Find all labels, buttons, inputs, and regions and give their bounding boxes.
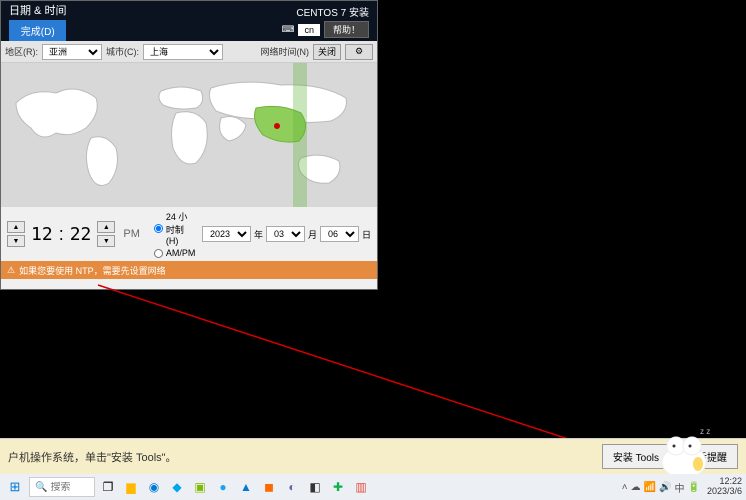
- month-label: 月: [308, 228, 317, 241]
- centos-installer-window: 日期 & 时间 完成(D) CENTOS 7 安装 ⌨ cn 帮助！ 地区(R)…: [0, 0, 378, 290]
- installer-header: 日期 & 时间 完成(D) CENTOS 7 安装 ⌨ cn 帮助！: [1, 1, 377, 41]
- vmware-tools-bar: 户机操作系统，单击"安装 Tools"。 安装 Tools 以后提醒: [0, 438, 746, 474]
- year-select[interactable]: 2023: [202, 226, 251, 242]
- done-button[interactable]: 完成(D): [9, 20, 66, 41]
- region-label: 地区(R):: [5, 45, 38, 58]
- format-ampm-option[interactable]: AM/PM: [154, 248, 196, 258]
- tray-wifi-icon[interactable]: 📶: [644, 482, 656, 493]
- day-label: 日: [362, 228, 371, 241]
- start-button[interactable]: ⊞: [4, 476, 26, 498]
- month-select[interactable]: 03: [266, 226, 305, 242]
- vmware-icon[interactable]: ▥: [351, 477, 371, 497]
- tray-ime-icon[interactable]: 中: [675, 480, 685, 495]
- search-input[interactable]: [50, 482, 94, 493]
- tray-cloud-icon[interactable]: ☁: [631, 482, 641, 493]
- format-24h-option[interactable]: 24 小时制(H): [154, 210, 196, 246]
- install-tools-button[interactable]: 安装 Tools: [602, 444, 670, 469]
- page-title: 日期 & 时间: [9, 2, 66, 18]
- product-name: CENTOS 7 安装: [296, 4, 369, 19]
- timezone-filters: 地区(R): 亚洲 城市(C): 上海 网络时间(N) 关闭 ⚙: [1, 41, 377, 63]
- app-icon-4[interactable]: ▲: [236, 477, 256, 497]
- format-24h-radio[interactable]: [154, 224, 163, 233]
- keyboard-icon: ⌨: [281, 24, 294, 35]
- warning-text: 如果您要使用 NTP，需要先设置网络: [19, 264, 166, 277]
- time-colon: :: [59, 224, 64, 245]
- format-ampm-radio[interactable]: [154, 249, 163, 258]
- tray-volume-icon[interactable]: 🔊: [659, 482, 671, 493]
- keyboard-layout[interactable]: cn: [298, 24, 320, 36]
- city-select[interactable]: 上海: [143, 44, 223, 60]
- tray-chevron-icon[interactable]: ˄: [622, 482, 628, 493]
- hour-value: 12: [31, 224, 53, 245]
- windows-taskbar: ⊞ 🔍 ❐ ▆ ◉ ◆ ▣ ● ▲ ◼ ◐ ◧ ✚ ▥ ˄ ☁ 📶 🔊 中 🔋 …: [0, 474, 746, 500]
- edge-icon[interactable]: ◉: [144, 477, 164, 497]
- remind-later-button[interactable]: 以后提醒: [676, 444, 738, 469]
- taskbar-search[interactable]: 🔍: [29, 477, 95, 497]
- minute-up-button[interactable]: ▲: [97, 221, 115, 233]
- svg-text:z z: z z: [700, 427, 710, 436]
- app-icon-2[interactable]: ▣: [190, 477, 210, 497]
- clock-date: 2023/3/6: [707, 487, 742, 497]
- timezone-map[interactable]: [1, 63, 377, 207]
- minute-down-button[interactable]: ▼: [97, 235, 115, 247]
- app-icon-8[interactable]: ✚: [328, 477, 348, 497]
- app-icon-1[interactable]: ◆: [167, 477, 187, 497]
- world-map-svg: [1, 63, 377, 207]
- windows-logo-icon: ⊞: [10, 479, 21, 495]
- ntp-warning-bar: ⚠ 如果您要使用 NTP，需要先设置网络: [1, 261, 377, 279]
- region-select[interactable]: 亚洲: [42, 44, 102, 60]
- ampm-indicator: PM: [123, 228, 140, 240]
- day-select[interactable]: 06: [320, 226, 359, 242]
- hour-down-button[interactable]: ▼: [7, 235, 25, 247]
- search-icon: 🔍: [35, 482, 47, 493]
- tray-battery-icon[interactable]: 🔋: [688, 482, 700, 493]
- app-icon-6[interactable]: ◐: [282, 477, 302, 497]
- time-controls: ▲ ▼ 12 : 22 ▲ ▼ PM 24 小时制(H) AM/PM 2023 …: [1, 207, 377, 261]
- nettime-label: 网络时间(N): [261, 45, 310, 58]
- hour-up-button[interactable]: ▲: [7, 221, 25, 233]
- file-explorer-icon[interactable]: ▆: [121, 477, 141, 497]
- timezone-highlight: [293, 63, 307, 207]
- vmware-message: 户机操作系统，单击"安装 Tools"。: [8, 449, 177, 465]
- app-icon-5[interactable]: ◼: [259, 477, 279, 497]
- minute-value: 22: [70, 224, 92, 245]
- system-tray: ˄ ☁ 📶 🔊 中 🔋 12:22 2023/3/6: [622, 477, 742, 497]
- nettime-settings-button[interactable]: ⚙: [345, 44, 373, 60]
- app-icon-3[interactable]: ●: [213, 477, 233, 497]
- city-label: 城市(C):: [106, 45, 139, 58]
- warning-icon: ⚠: [7, 265, 15, 276]
- task-view-icon[interactable]: ❐: [98, 477, 118, 497]
- taskbar-clock[interactable]: 12:22 2023/3/6: [707, 477, 742, 497]
- nettime-toggle[interactable]: 关闭: [313, 44, 341, 60]
- location-pin-icon: [274, 123, 280, 129]
- year-label: 年: [254, 228, 263, 241]
- help-button[interactable]: 帮助！: [324, 21, 369, 38]
- app-icon-7[interactable]: ◧: [305, 477, 325, 497]
